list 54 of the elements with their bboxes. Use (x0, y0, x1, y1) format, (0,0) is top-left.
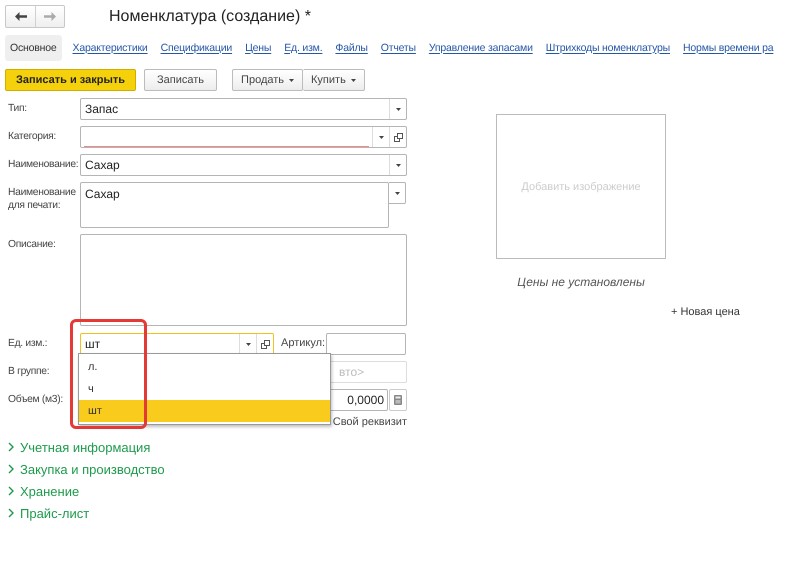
section-toggle[interactable]: Закупка и производство (20, 462, 165, 476)
field-label: Тип: (8, 102, 28, 115)
caret-icon (396, 108, 400, 110)
left-arrow-icon (14, 12, 26, 21)
calculator-icon (394, 395, 402, 405)
section-toggle[interactable]: Хранение (20, 484, 80, 498)
open-window-icon (394, 132, 402, 142)
new-price-link[interactable]: + Новая цена (671, 306, 740, 318)
field-label: Ед. изм.: (8, 337, 48, 350)
caret-icon (350, 78, 356, 82)
field-label: Наименование: (8, 158, 80, 171)
save-button[interactable]: Записать (144, 69, 218, 91)
tab[interactable]: Нормы времени ра (678, 34, 778, 60)
tab[interactable]: Штрихкоды номенклатуры (540, 34, 676, 60)
open-button[interactable] (389, 127, 406, 147)
tab[interactable]: Отчеты (376, 34, 421, 60)
caret-icon (394, 192, 400, 194)
field-label: Категория: (8, 130, 57, 143)
prices-note: Цены не установлены (516, 275, 646, 289)
tab[interactable]: Основное (5, 34, 62, 60)
field-label: Объем (м3): (8, 393, 64, 406)
window-title: Номенклатура (создание) * (109, 8, 311, 26)
save-and-close-button[interactable]: Записать и закрыть (5, 69, 136, 91)
text-area[interactable]: Сахар (80, 182, 389, 228)
dropdown-option[interactable]: ч (79, 378, 330, 400)
input-field[interactable] (326, 333, 406, 355)
tab[interactable]: Ед. изм. (279, 34, 328, 60)
field-label: Артикул: (280, 336, 326, 349)
dropdown-field[interactable]: Запас (80, 98, 407, 120)
tab[interactable]: Управление запасами (424, 34, 538, 60)
section-toggle[interactable]: Прайс-лист (20, 506, 90, 520)
field-label: В группе: (8, 365, 50, 378)
right-arrow-icon (44, 12, 56, 21)
caret-icon (289, 78, 294, 82)
tab[interactable]: Спецификации (156, 34, 238, 60)
dropdown-option[interactable]: шт (79, 400, 330, 422)
dropdown-field[interactable]: Сахар (80, 154, 407, 176)
section-toggle[interactable]: Учетная информация (20, 440, 150, 454)
field-label: Наименование для печати: (8, 186, 77, 212)
calculator-button[interactable] (389, 389, 407, 411)
caret-icon (396, 164, 400, 166)
menu-button[interactable]: Купить (303, 69, 365, 91)
menu-button[interactable]: Продать (232, 69, 304, 91)
dropdown-field[interactable] (80, 126, 407, 148)
dropdown-option[interactable]: л. (79, 356, 330, 378)
caret-icon (378, 136, 384, 138)
tab[interactable]: Характеристики (68, 34, 153, 60)
custom-attribute-link[interactable]: Свой реквизит (332, 416, 407, 428)
tab[interactable]: Цены (240, 34, 276, 60)
tab[interactable]: Файлы (330, 34, 373, 60)
open-window-icon (260, 340, 270, 348)
caret-icon (246, 342, 250, 346)
dropdown-field[interactable]: шт (80, 333, 274, 355)
field-label: Описание: (8, 238, 57, 251)
